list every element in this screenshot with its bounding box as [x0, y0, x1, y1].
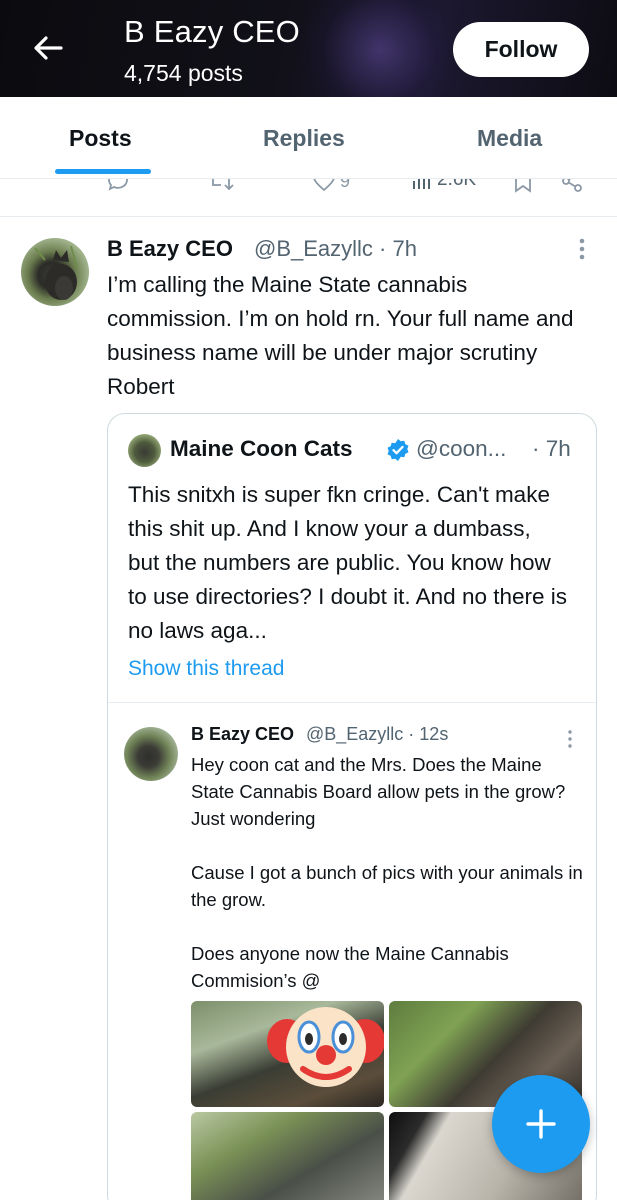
like-icon — [313, 179, 335, 192]
quoted-avatar — [128, 434, 161, 467]
embedded-author-name: B Eazy CEO — [191, 724, 295, 744]
embedded-author-handle: @B_Eazyllc · 12s — [306, 724, 449, 744]
share-button[interactable] — [560, 179, 584, 193]
tweet-author-handle: @B_Eazyllc · 7h — [254, 236, 417, 261]
cat-photo-1 — [191, 1001, 384, 1107]
tab-posts[interactable]: Posts — [69, 125, 132, 152]
avatar[interactable] — [21, 238, 89, 306]
back-button[interactable] — [28, 28, 68, 68]
reply-button[interactable] — [106, 179, 130, 193]
bookmark-button[interactable] — [513, 179, 533, 193]
cat-photo-3 — [191, 1112, 384, 1200]
share-icon — [562, 179, 582, 192]
embedded-paragraph-2: Cause I got a bunch of pics with your an… — [191, 862, 583, 910]
tab-replies[interactable]: Replies — [263, 125, 345, 152]
quoted-tweet-text: This snitxh is super fkn cringe. Can't m… — [128, 482, 568, 643]
views-button[interactable]: 2.6K — [411, 179, 476, 191]
back-arrow-icon — [34, 36, 63, 60]
profile-header: B Eazy CEO 4,754 posts Follow — [0, 0, 617, 97]
compose-button[interactable] — [492, 1075, 590, 1173]
active-tab-indicator — [55, 169, 151, 174]
verified-icon — [387, 439, 409, 461]
bookmark-icon — [515, 179, 531, 193]
cat-photo — [34, 245, 78, 300]
reply-icon — [108, 179, 128, 191]
tab-media[interactable]: Media — [477, 125, 542, 152]
profile-tabs: Posts Replies Media — [0, 97, 617, 179]
clown-emoji — [267, 1007, 384, 1087]
tweet-more-button[interactable] — [574, 236, 590, 264]
tweet-text: I’m calling the Maine State cannabis com… — [107, 272, 574, 399]
compose-icon — [526, 1109, 556, 1139]
like-count: 9 — [340, 179, 351, 191]
profile-name: B Eazy CEO — [124, 14, 300, 49]
embedded-paragraph-1: Hey coon cat and the Mrs. Does the Maine… — [191, 754, 566, 829]
header-banner-glow — [300, 0, 460, 97]
views-icon — [413, 179, 430, 189]
quoted-time: · 7h — [532, 436, 571, 461]
quote-divider — [108, 702, 596, 703]
embedded-avatar — [124, 727, 178, 781]
embedded-post-text: Hey coon cat and the Mrs. Does the Maine… — [191, 751, 586, 994]
like-button[interactable]: 9 — [312, 179, 350, 193]
more-icon — [579, 238, 585, 260]
quoted-author-name: Maine Coon Cats — [170, 436, 353, 461]
repost-icon — [212, 179, 234, 191]
previous-tweet-actions: 9 2.6K — [0, 179, 617, 217]
show-thread-link[interactable]: Show this thread — [128, 657, 284, 681]
profile-post-count: 4,754 posts — [124, 60, 243, 86]
embedded-paragraph-3: Does anyone now the Maine Cannabis Commi… — [191, 943, 509, 991]
follow-button[interactable]: Follow — [453, 22, 589, 77]
quoted-author-handle: @coon... — [416, 436, 507, 461]
embedded-more-icon — [565, 728, 575, 750]
tweet-author-name[interactable]: B Eazy CEO — [107, 236, 233, 262]
view-count: 2.6K — [437, 179, 477, 190]
repost-button[interactable] — [208, 179, 234, 193]
